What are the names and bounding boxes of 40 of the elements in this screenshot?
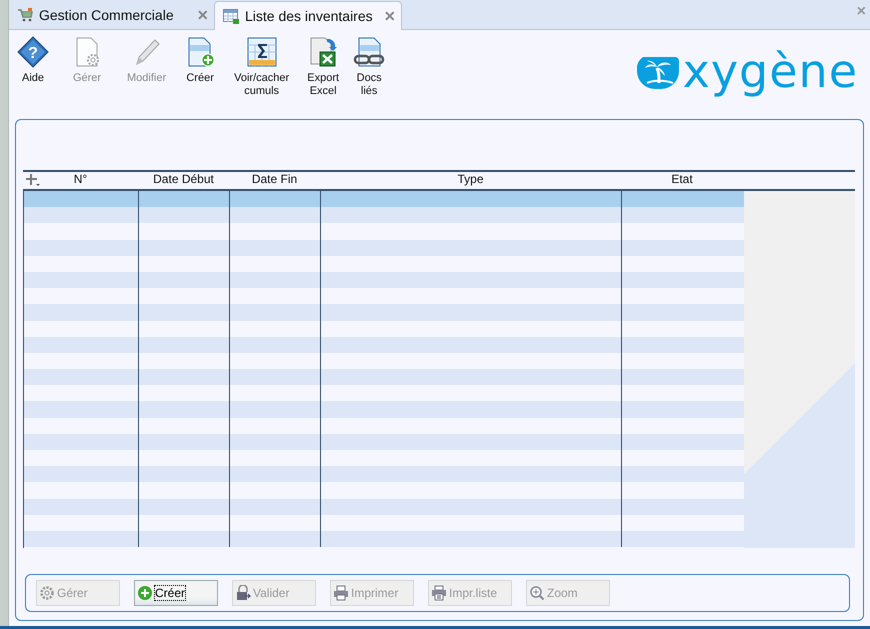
table-row[interactable]: [24, 466, 744, 482]
column-header[interactable]: Etat: [621, 172, 743, 189]
column-header[interactable]: Type: [320, 172, 621, 189]
printer-icon: [333, 585, 349, 601]
toolbar-button[interactable]: Créer: [184, 36, 216, 85]
action-button[interactable]: Créer: [134, 580, 218, 606]
table-row[interactable]: [24, 498, 744, 515]
toolbar-button[interactable]: Docs liés: [353, 36, 386, 98]
table-row[interactable]: [24, 401, 744, 418]
sigma-table-icon: [246, 36, 278, 68]
table-row[interactable]: [24, 434, 744, 450]
table-row[interactable]: [24, 320, 744, 337]
table-row[interactable]: [24, 385, 744, 402]
table-row[interactable]: [24, 369, 744, 386]
cart-icon: [17, 8, 33, 22]
table-row[interactable]: [24, 272, 744, 288]
table-row[interactable]: [24, 336, 744, 353]
help-icon: ?: [17, 36, 49, 68]
plus-icon: [137, 585, 153, 601]
printer-list-icon: [431, 585, 447, 601]
column-header[interactable]: Date Fin: [229, 172, 320, 189]
tab[interactable]: Gestion Commerciale ×: [9, 1, 214, 29]
zoom-icon: [529, 585, 545, 601]
table-icon: [223, 8, 239, 24]
toolbar-button[interactable]: ? Aide: [17, 36, 49, 85]
toolbar-button[interactable]: Voir/cacher cumuls: [234, 36, 290, 98]
document-link-icon: [353, 36, 386, 68]
add-column-icon[interactable]: [25, 173, 41, 187]
table-row[interactable]: [24, 304, 744, 320]
column-header[interactable]: Date Début: [138, 172, 229, 189]
table-row[interactable]: [24, 207, 744, 224]
table-row[interactable]: [24, 530, 744, 548]
toolbar-button[interactable]: Export Excel: [307, 36, 340, 98]
gear-icon: [39, 585, 55, 601]
tab[interactable]: Liste des inventaires ×: [214, 1, 402, 30]
column-header[interactable]: N°: [23, 172, 138, 189]
table-row[interactable]: [24, 288, 744, 304]
lock-icon: [235, 585, 251, 601]
table-row[interactable]: [24, 240, 744, 256]
table-row[interactable]: [24, 418, 744, 434]
